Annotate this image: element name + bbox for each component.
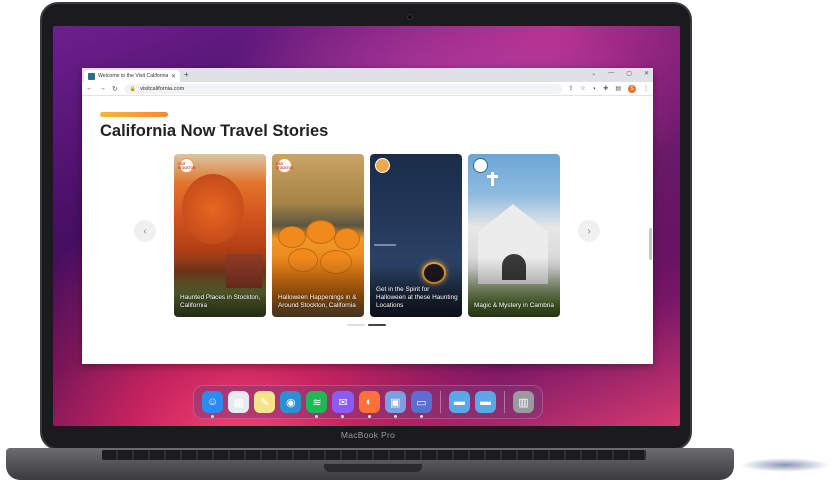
minimize-icon[interactable]: — xyxy=(608,70,614,77)
folder-icon: ▬ xyxy=(479,396,491,408)
page-title: California Now Travel Stories xyxy=(100,122,329,140)
running-indicator xyxy=(393,415,397,418)
desktop-screen: Welcome to the Visit California ✕ + ⌄ — … xyxy=(53,26,680,426)
cambria-badge xyxy=(473,158,488,173)
chevron-down-icon[interactable]: ⌄ xyxy=(591,70,596,77)
card-caption: Get in the Spirit for Halloween at these… xyxy=(376,286,458,309)
carousel-pagination xyxy=(347,324,386,326)
story-card-haunting-locations[interactable]: Get in the Spirit for Halloween at these… xyxy=(370,154,462,317)
laptop-brand-label: MacBook Pro xyxy=(340,430,396,440)
dock-item-preview[interactable]: ▣ xyxy=(384,391,406,418)
window-icon: ▭ xyxy=(416,396,427,409)
pagination-dot-1[interactable] xyxy=(347,324,365,326)
messenger-icon: ✉ xyxy=(338,396,348,409)
extension-1-icon[interactable]: ◗ xyxy=(593,86,597,92)
pumpkin xyxy=(306,220,336,244)
running-indicator xyxy=(341,415,345,418)
back-icon[interactable]: ← xyxy=(86,85,93,92)
running-indicator xyxy=(367,415,371,418)
finder-icon: ☺ xyxy=(206,396,219,408)
new-tab-icon[interactable]: + xyxy=(184,70,189,80)
url-text: visitcalifornia.com xyxy=(140,85,185,92)
autumn-tree xyxy=(182,174,244,244)
lock-icon: 🔒 xyxy=(129,85,137,92)
trash-icon: ▥ xyxy=(518,396,529,409)
carousel-next-button[interactable]: › xyxy=(578,220,600,242)
dock-item-quicktime[interactable]: ◉ xyxy=(280,391,302,413)
dock-separator xyxy=(503,391,505,413)
tab-bar: Welcome to the Visit California ✕ + ⌄ — … xyxy=(82,68,653,82)
dock-item-notes[interactable]: ✎ xyxy=(254,391,276,413)
camera xyxy=(407,14,413,20)
laptop-base xyxy=(0,446,835,492)
laptop-mockup: Welcome to the Visit California ✕ + ⌄ — … xyxy=(0,0,835,492)
dock-item-spotify[interactable]: ≋ xyxy=(306,391,328,418)
pagination-dot-2[interactable] xyxy=(368,324,386,326)
dock-item-launchpad[interactable]: ▦ xyxy=(228,391,250,413)
extensions-puzzle-icon[interactable]: ✚ xyxy=(603,85,608,92)
running-indicator xyxy=(211,415,214,418)
preview-icon: ▣ xyxy=(390,396,401,409)
maximize-icon[interactable]: ▢ xyxy=(626,70,632,77)
dock-item-folder-2[interactable]: ▬ xyxy=(474,391,496,413)
keyboard-edge xyxy=(102,450,646,460)
close-window-icon[interactable]: ✕ xyxy=(644,70,649,77)
dock-item-finder[interactable]: ☺ xyxy=(202,391,224,418)
card-caption: Halloween Happenings in & Around Stockto… xyxy=(278,294,357,309)
quicktime-icon: ◉ xyxy=(286,396,296,409)
dock-item-app-grid[interactable]: ▭ xyxy=(410,391,432,418)
bookmark-star-icon[interactable]: ☆ xyxy=(580,85,585,92)
macos-dock: ☺ ▦ ✎ ◉ ≋ ✉ ◐ ▣ ▭ ▬ ▬ ▥ xyxy=(193,385,543,419)
chevron-right-icon: › xyxy=(587,225,591,237)
toolbar-icons: ⇪ ☆ ◗ ✚ ▤ S ⋮ xyxy=(568,84,649,93)
site-favicon-icon xyxy=(88,72,95,80)
sidepanel-icon[interactable]: ▤ xyxy=(615,85,621,92)
dock-separator xyxy=(439,391,441,413)
browser-window: Welcome to the Visit California ✕ + ⌄ — … xyxy=(82,68,653,364)
chevron-left-icon: ‹ xyxy=(143,225,147,237)
spotify-icon: ≋ xyxy=(312,396,322,409)
base-shadow xyxy=(740,458,830,472)
share-icon[interactable]: ⇪ xyxy=(568,85,573,92)
reload-icon[interactable]: ↻ xyxy=(112,85,118,93)
page-scrollbar[interactable] xyxy=(649,228,652,260)
pumpkin xyxy=(278,226,306,248)
laptop-base-top xyxy=(6,448,734,480)
story-card-haunted-stockton[interactable]: VISIT STOCKTON Haunted Places in Stockto… xyxy=(174,154,266,317)
story-card-halloween-stockton[interactable]: VISIT STOCKTON Halloween Happenings in &… xyxy=(272,154,364,317)
visit-stockton-badge: VISIT STOCKTON xyxy=(276,158,293,173)
tab-title: Welcome to the Visit California xyxy=(98,73,168,79)
kebab-menu-icon[interactable]: ⋮ xyxy=(643,85,649,92)
window-controls: ⌄ — ▢ ✕ xyxy=(591,70,649,77)
visit-stockton-badge: VISIT STOCKTON xyxy=(178,158,195,173)
dock-item-folder-1[interactable]: ▬ xyxy=(448,391,470,413)
tab-close-icon[interactable]: ✕ xyxy=(171,73,176,80)
profile-avatar[interactable]: S xyxy=(628,84,636,93)
card-caption: Magic & Mystery in Cambria xyxy=(474,302,554,309)
card-caption: Haunted Places in Stockton, California xyxy=(180,294,261,309)
lid-notch xyxy=(324,464,422,472)
address-bar[interactable]: 🔒 visitcalifornia.com xyxy=(123,83,563,94)
heading-accent-bar xyxy=(100,112,168,117)
firefox-icon: ◐ xyxy=(365,396,373,408)
forward-icon[interactable]: → xyxy=(99,85,106,92)
california-now-badge xyxy=(375,158,390,173)
carousel-prev-button[interactable]: ‹ xyxy=(134,220,156,242)
folder-icon: ▬ xyxy=(453,396,465,408)
pumpkin xyxy=(334,228,360,250)
page-viewport: California Now Travel Stories ‹ › VISIT … xyxy=(82,96,653,364)
running-indicator xyxy=(315,415,319,418)
dock-item-firefox[interactable]: ◐ xyxy=(358,391,380,418)
dock-item-messenger[interactable]: ✉ xyxy=(332,391,354,418)
launchpad-icon: ▦ xyxy=(233,396,244,409)
running-indicator xyxy=(419,415,423,418)
story-card-cambria[interactable]: Magic & Mystery in Cambria xyxy=(468,154,560,317)
browser-tab[interactable]: Welcome to the Visit California ✕ xyxy=(84,70,180,82)
browser-toolbar: ← → ↻ 🔒 visitcalifornia.com ⇪ ☆ ◗ ✚ ▤ S … xyxy=(82,82,653,96)
notes-icon: ✎ xyxy=(260,396,270,409)
dock-item-trash[interactable]: ▥ xyxy=(512,391,535,413)
cross xyxy=(487,172,498,186)
